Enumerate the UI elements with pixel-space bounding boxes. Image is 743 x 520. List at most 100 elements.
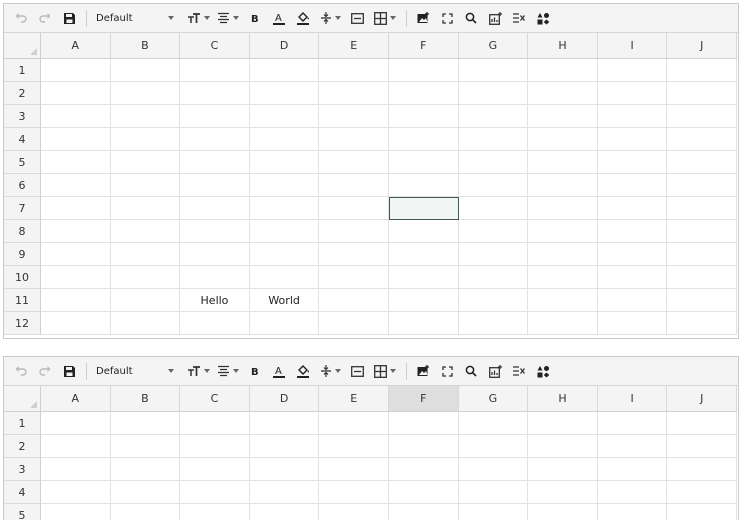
cell-e2[interactable] (319, 82, 389, 105)
cell-f9[interactable] (389, 243, 459, 266)
fullscreen-button[interactable] (436, 7, 458, 29)
cell-f10[interactable] (389, 266, 459, 289)
undo-button[interactable] (10, 7, 32, 29)
text-size-button[interactable] (184, 7, 212, 29)
cell-c11[interactable]: Hello (180, 289, 250, 312)
column-header-i[interactable]: I (597, 386, 668, 412)
cell-d2[interactable] (249, 82, 320, 105)
cell-a1[interactable] (41, 412, 111, 435)
fullscreen-button[interactable] (436, 360, 458, 382)
cell-d1[interactable] (249, 412, 320, 435)
cell-f3[interactable] (389, 458, 459, 481)
cell-c8[interactable] (180, 220, 250, 243)
wrap-button[interactable] (346, 360, 368, 382)
cell-f2[interactable] (389, 82, 459, 105)
cell-g12[interactable] (458, 312, 529, 335)
cell-h5[interactable] (528, 151, 598, 174)
select-all-corner[interactable] (4, 386, 41, 412)
cell-b1[interactable] (110, 412, 181, 435)
valign-button[interactable] (316, 7, 344, 29)
cell-j4[interactable] (667, 128, 737, 151)
column-header-b[interactable]: B (110, 33, 181, 59)
borders-button[interactable] (370, 7, 400, 29)
cell-d3[interactable] (249, 458, 320, 481)
cell-i5[interactable] (598, 504, 668, 520)
column-header-a[interactable]: A (41, 33, 111, 59)
column-header-d[interactable]: D (249, 386, 320, 412)
cell-b8[interactable] (110, 220, 181, 243)
cell-j9[interactable] (667, 243, 737, 266)
cell-a9[interactable] (41, 243, 111, 266)
cell-b10[interactable] (110, 266, 181, 289)
cell-j6[interactable] (667, 174, 737, 197)
cell-b2[interactable] (110, 435, 181, 458)
cell-h1[interactable] (528, 412, 598, 435)
cell-a2[interactable] (41, 435, 111, 458)
cell-h12[interactable] (528, 312, 598, 335)
cell-c4[interactable] (180, 481, 250, 504)
cell-j10[interactable] (667, 266, 737, 289)
row-header-6[interactable]: 6 (4, 174, 41, 197)
cell-d8[interactable] (249, 220, 320, 243)
cell-i6[interactable] (597, 174, 668, 197)
cell-i2[interactable] (597, 82, 668, 105)
cell-j11[interactable] (667, 289, 737, 312)
cell-a3[interactable] (41, 458, 111, 481)
cell-a4[interactable] (41, 128, 111, 151)
cell-f3[interactable] (389, 105, 459, 128)
cell-b3[interactable] (110, 458, 181, 481)
cell-h2[interactable] (528, 82, 598, 105)
insert-chart-button[interactable] (484, 7, 506, 29)
column-header-e[interactable]: E (319, 386, 389, 412)
cell-c7[interactable] (180, 197, 250, 220)
cell-f12[interactable] (389, 312, 459, 335)
cell-a3[interactable] (41, 105, 111, 128)
cell-i2[interactable] (597, 435, 668, 458)
row-header-2[interactable]: 2 (4, 82, 41, 105)
cell-e11[interactable] (319, 289, 389, 312)
cell-j2[interactable] (667, 435, 737, 458)
cell-c2[interactable] (180, 435, 250, 458)
cell-f11[interactable] (389, 289, 459, 312)
row-header-4[interactable]: 4 (4, 128, 41, 151)
cell-f5[interactable] (389, 151, 459, 174)
cell-d6[interactable] (249, 174, 320, 197)
cell-j12[interactable] (667, 312, 737, 335)
cell-d4[interactable] (249, 128, 320, 151)
cell-h6[interactable] (528, 174, 598, 197)
cell-c12[interactable] (180, 312, 250, 335)
cell-b5[interactable] (110, 151, 181, 174)
cell-b11[interactable] (110, 289, 181, 312)
column-header-g[interactable]: G (458, 33, 529, 59)
cell-d10[interactable] (249, 266, 320, 289)
cell-e5[interactable] (319, 151, 389, 174)
cell-g5[interactable] (459, 504, 529, 520)
align-button[interactable] (214, 360, 242, 382)
cell-a4[interactable] (41, 481, 111, 504)
row-header-5[interactable]: 5 (4, 504, 41, 520)
cell-j4[interactable] (667, 481, 737, 504)
cell-c2[interactable] (180, 82, 250, 105)
cell-e1[interactable] (319, 412, 389, 435)
cell-c1[interactable] (180, 412, 250, 435)
cell-g2[interactable] (458, 82, 529, 105)
borders-button[interactable] (370, 360, 400, 382)
cell-g6[interactable] (458, 174, 529, 197)
column-header-i[interactable]: I (597, 33, 668, 59)
cell-j1[interactable] (667, 59, 737, 82)
cell-a7[interactable] (41, 197, 111, 220)
font-select[interactable]: Default (92, 7, 178, 29)
cell-h9[interactable] (528, 243, 598, 266)
cell-a11[interactable] (41, 289, 111, 312)
cell-g5[interactable] (458, 151, 529, 174)
column-header-c[interactable]: C (180, 33, 250, 59)
row-header-8[interactable]: 8 (4, 220, 41, 243)
font-select[interactable]: Default (92, 360, 178, 382)
column-header-j[interactable]: J (667, 33, 737, 59)
cell-c3[interactable] (180, 458, 250, 481)
cell-j3[interactable] (667, 105, 737, 128)
cell-h10[interactable] (528, 266, 598, 289)
cell-c10[interactable] (180, 266, 250, 289)
cell-d7[interactable] (249, 197, 320, 220)
cell-e4[interactable] (319, 128, 389, 151)
